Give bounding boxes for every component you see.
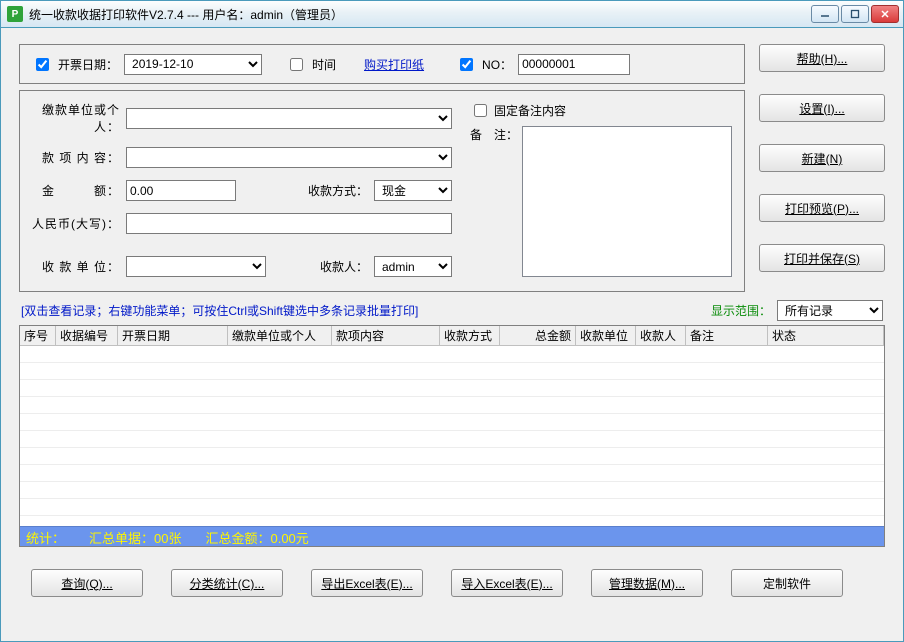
- new-button[interactable]: 新建(N): [759, 144, 885, 172]
- export-button[interactable]: 导出Excel表(E)...: [311, 569, 423, 597]
- header-panel: 开票日期： 2019-12-10 时间 购买打印纸 NO：: [19, 44, 745, 84]
- print-save-button[interactable]: 打印并保存(S): [759, 244, 885, 272]
- pay-method-label: 收款方式：: [308, 182, 368, 199]
- item-label: 款 项 内 容：: [32, 149, 120, 166]
- col-cashier[interactable]: 收款人: [636, 326, 686, 345]
- records-grid[interactable]: 序号 收据编号 开票日期 缴款单位或个人 款项内容 收款方式 总金额 收款单位 …: [19, 325, 885, 547]
- stats-label: 统计：: [26, 528, 65, 547]
- col-seq[interactable]: 序号: [20, 326, 56, 345]
- stats-bar: 统计： 汇总单据：00张 汇总金额：0.00元: [20, 526, 884, 547]
- payee-unit-label: 收 款 单 位：: [32, 258, 120, 275]
- settings-button[interactable]: 设置(I)...: [759, 94, 885, 122]
- invoice-date-combo[interactable]: 2019-12-10: [124, 54, 262, 75]
- amount-input[interactable]: [126, 180, 236, 201]
- client-area: 开票日期： 2019-12-10 时间 购买打印纸 NO： 缴款单位或个人：: [0, 28, 904, 642]
- invoice-date-checkbox[interactable]: [36, 58, 49, 71]
- no-label: NO：: [482, 56, 512, 73]
- help-button[interactable]: 帮助(H)...: [759, 44, 885, 72]
- payee-unit-combo[interactable]: [126, 256, 266, 277]
- col-receipt-no[interactable]: 收据编号: [56, 326, 118, 345]
- cashier-label: 收款人：: [320, 258, 368, 275]
- close-button[interactable]: [871, 5, 899, 23]
- payer-combo[interactable]: [126, 108, 452, 129]
- stats-count: 汇总单据：00张: [89, 528, 181, 547]
- col-note[interactable]: 备注: [686, 326, 768, 345]
- amount-label: 金 额：: [32, 182, 120, 199]
- maximize-button[interactable]: [841, 5, 869, 23]
- item-combo[interactable]: [126, 147, 452, 168]
- buy-paper-link[interactable]: 购买打印纸: [364, 56, 424, 73]
- title-bar: P 统一收款收据打印软件V2.7.4 --- 用户名：admin（管理员）: [0, 0, 904, 28]
- range-combo[interactable]: 所有记录: [777, 300, 883, 321]
- bottom-buttons: 查询(Q)... 分类统计(C)... 导出Excel表(E)... 导入Exc…: [19, 569, 885, 597]
- note-textarea[interactable]: [522, 126, 732, 277]
- col-method[interactable]: 收款方式: [440, 326, 500, 345]
- col-payer[interactable]: 缴款单位或个人: [228, 326, 332, 345]
- note-label: 备 注：: [470, 126, 518, 277]
- rmb-upper-label: 人民币(大写)：: [32, 215, 120, 232]
- fixed-note-checkbox[interactable]: [474, 104, 487, 117]
- col-date[interactable]: 开票日期: [118, 326, 228, 345]
- minimize-button[interactable]: [811, 5, 839, 23]
- query-button[interactable]: 查询(Q)...: [31, 569, 143, 597]
- fixed-note-label: 固定备注内容: [494, 102, 566, 119]
- no-input[interactable]: [518, 54, 630, 75]
- classify-button[interactable]: 分类统计(C)...: [171, 569, 283, 597]
- rmb-upper-input[interactable]: [126, 213, 452, 234]
- print-preview-button[interactable]: 打印预览(P)...: [759, 194, 885, 222]
- no-checkbox[interactable]: [460, 58, 473, 71]
- app-icon: P: [7, 6, 23, 22]
- form-panel: 缴款单位或个人： 款 项 内 容： 金 额： 收款方式： 现金: [19, 90, 745, 292]
- stats-sum: 汇总金额：0.00元: [205, 528, 308, 547]
- custom-button[interactable]: 定制软件: [731, 569, 843, 597]
- grid-body[interactable]: [20, 346, 884, 526]
- col-payee-unit[interactable]: 收款单位: [576, 326, 636, 345]
- window-controls: [811, 5, 899, 23]
- col-total[interactable]: 总金额: [500, 326, 576, 345]
- manage-button[interactable]: 管理数据(M)...: [591, 569, 703, 597]
- col-item[interactable]: 款项内容: [332, 326, 440, 345]
- import-button[interactable]: 导入Excel表(E)...: [451, 569, 563, 597]
- grid-hint: [双击查看记录；右键功能菜单；可按住Ctrl或Shift键选中多条记录批量打印]: [21, 302, 711, 319]
- grid-header: 序号 收据编号 开票日期 缴款单位或个人 款项内容 收款方式 总金额 收款单位 …: [20, 326, 884, 346]
- col-status[interactable]: 状态: [768, 326, 884, 345]
- mid-bar: [双击查看记录；右键功能菜单；可按住Ctrl或Shift键选中多条记录批量打印]…: [21, 300, 883, 321]
- range-label: 显示范围：: [711, 302, 771, 319]
- side-buttons: 帮助(H)... 设置(I)... 新建(N) 打印预览(P)... 打印并保存…: [759, 44, 885, 292]
- window-title: 统一收款收据打印软件V2.7.4 --- 用户名：admin（管理员）: [29, 6, 811, 23]
- pay-method-combo[interactable]: 现金: [374, 180, 452, 201]
- invoice-date-label: 开票日期：: [58, 56, 118, 73]
- cashier-combo[interactable]: admin: [374, 256, 452, 277]
- payer-label: 缴款单位或个人：: [32, 101, 120, 135]
- time-label: 时间: [312, 56, 336, 73]
- time-checkbox[interactable]: [290, 58, 303, 71]
